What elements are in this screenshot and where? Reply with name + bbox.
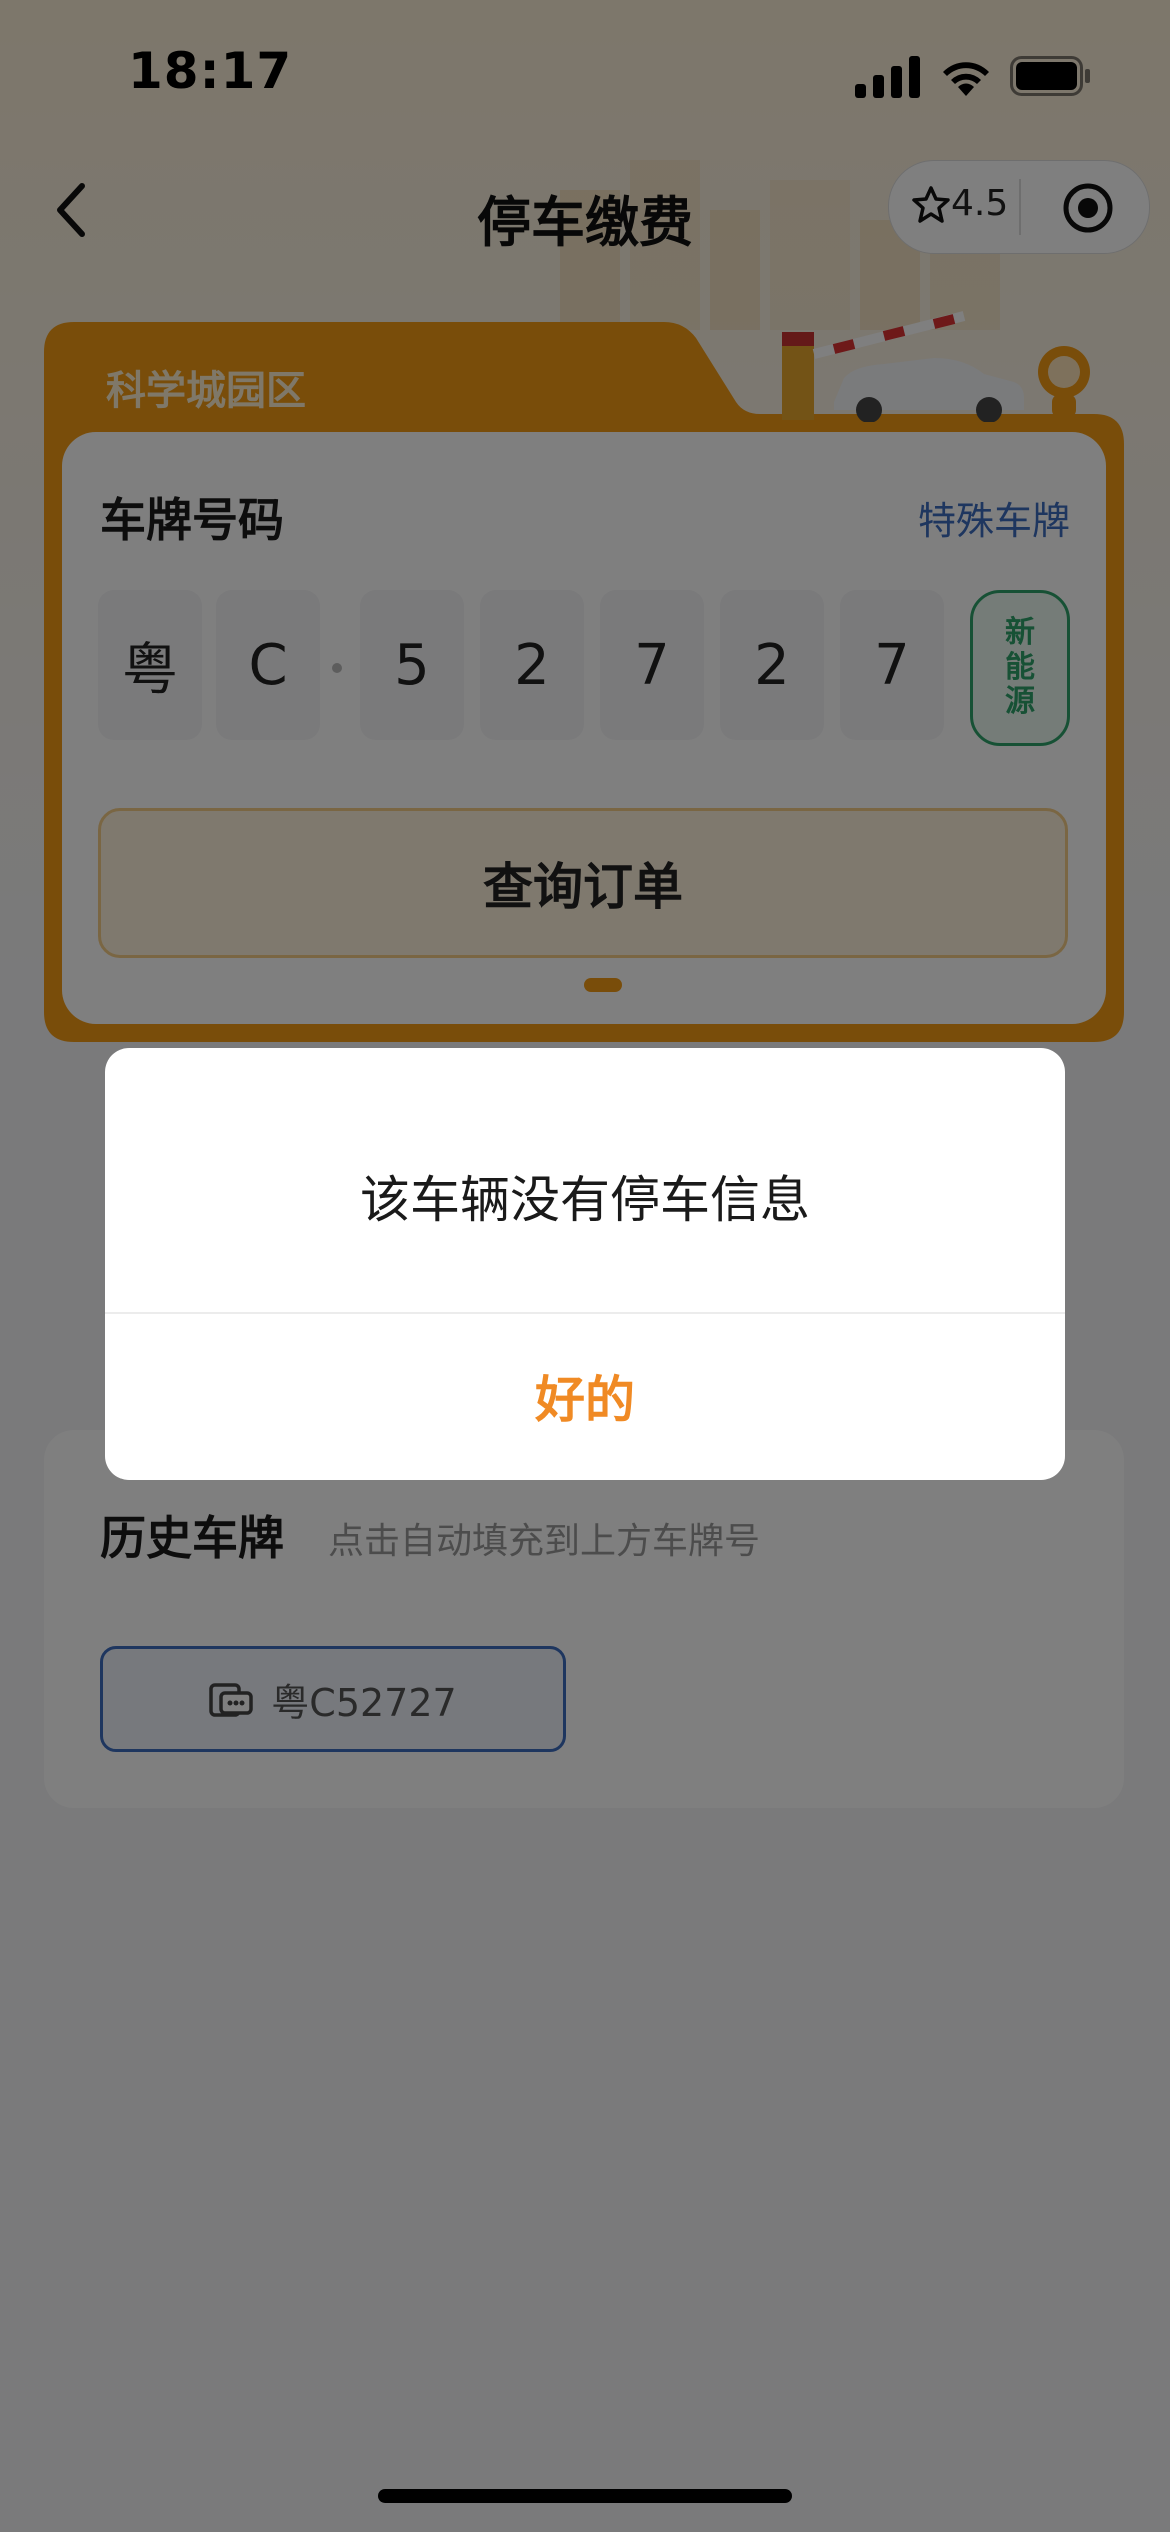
dialog-message: 该车辆没有停车信息 xyxy=(360,1171,810,1229)
dialog-ok-button[interactable]: 好的 xyxy=(105,1312,1065,1480)
page-background: 18:17 停车缴费 xyxy=(0,0,1170,2532)
alert-dialog: 该车辆没有停车信息 好的 xyxy=(105,1048,1065,1480)
home-indicator[interactable] xyxy=(378,2489,792,2503)
